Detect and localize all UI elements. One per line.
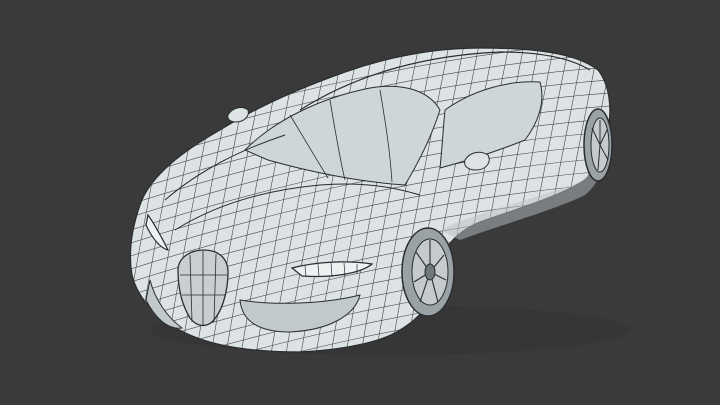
rear-wheel	[583, 108, 613, 182]
car-wireframe-render	[60, 40, 630, 360]
front-wheel	[401, 227, 455, 317]
mesh-longitude-line	[60, 40, 120, 360]
3d-viewport[interactable]	[0, 0, 720, 405]
mesh-longitude-line	[130, 48, 151, 352]
mesh-longitude-line	[130, 48, 136, 352]
